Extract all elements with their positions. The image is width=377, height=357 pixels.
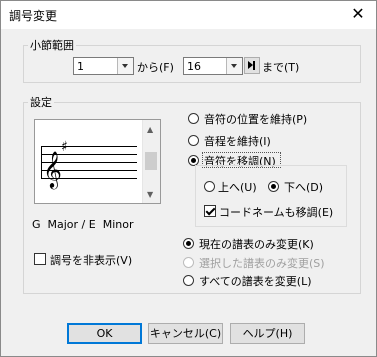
all-staves-radio[interactable] xyxy=(183,275,194,286)
sharp-icon: ♯ xyxy=(61,139,68,155)
keep-note-position-radio[interactable] xyxy=(188,113,199,124)
window-title: 調号変更 xyxy=(9,9,58,23)
hide-key-checkbox[interactable] xyxy=(34,253,46,265)
to-measure-dropdown-icon[interactable] xyxy=(226,58,242,74)
direction-down-radio[interactable] xyxy=(268,181,279,192)
all-staves-label[interactable]: すべての譜表を変更(L) xyxy=(199,273,312,289)
scroll-down-icon[interactable]: ▼ xyxy=(147,191,153,199)
selected-staves-only-radio xyxy=(183,257,194,268)
key-change-dialog: 調号変更 ✕ 小節範囲 1 から(F) 16 まで(T) 設定 𝄞 ♯ ▲ ▼ … xyxy=(0,0,377,357)
to-measure-input[interactable]: 16 xyxy=(183,57,243,75)
transpose-chords-checkbox[interactable] xyxy=(204,205,216,217)
hide-key-label[interactable]: 調号を非表示(V) xyxy=(50,252,132,268)
measure-range-legend: 小節範囲 xyxy=(28,37,76,53)
settings-legend: 設定 xyxy=(28,94,54,110)
direction-up-label[interactable]: 上へ(U) xyxy=(218,179,257,195)
key-signature-label: G Major / E Minor xyxy=(32,218,134,231)
key-preview[interactable]: 𝄞 ♯ ▲ ▼ xyxy=(34,119,161,204)
keep-note-position-label[interactable]: 音符の位置を維持(P) xyxy=(204,111,307,127)
selected-staves-only-label: 選択した譜表のみ変更(S) xyxy=(199,257,325,270)
scroll-thumb[interactable] xyxy=(145,152,157,170)
keep-interval-radio[interactable] xyxy=(188,135,199,146)
ok-button[interactable]: OK xyxy=(67,323,142,344)
transpose-chords-label[interactable]: コードネームも移調(E) xyxy=(219,204,333,220)
keep-interval-label[interactable]: 音程を維持(I) xyxy=(204,133,271,149)
from-measure-dropdown-icon[interactable] xyxy=(117,58,133,74)
direction-down-label[interactable]: 下へ(D) xyxy=(284,179,323,195)
close-icon[interactable]: ✕ xyxy=(348,4,368,24)
staff-preview-image: 𝄞 ♯ xyxy=(41,139,137,189)
from-label: から(F) xyxy=(137,61,174,74)
cancel-button[interactable]: キャンセル(C) xyxy=(148,323,223,344)
current-staff-only-label[interactable]: 現在の譜表のみ変更(K) xyxy=(199,236,314,252)
title-bar: 調号変更 ✕ xyxy=(1,1,376,29)
current-staff-only-radio[interactable] xyxy=(183,238,194,249)
direction-up-radio[interactable] xyxy=(204,181,215,192)
to-measure-value: 16 xyxy=(187,60,201,73)
from-measure-input[interactable]: 1 xyxy=(73,57,134,75)
scroll-up-icon[interactable]: ▲ xyxy=(147,126,153,134)
preview-scrollbar[interactable]: ▲ ▼ xyxy=(142,120,160,203)
treble-clef-icon: 𝄞 xyxy=(43,150,62,189)
help-button[interactable]: ヘルプ(H) xyxy=(230,323,305,344)
to-label: まで(T) xyxy=(262,61,300,74)
from-measure-value: 1 xyxy=(77,60,84,73)
last-measure-button[interactable] xyxy=(244,57,260,74)
